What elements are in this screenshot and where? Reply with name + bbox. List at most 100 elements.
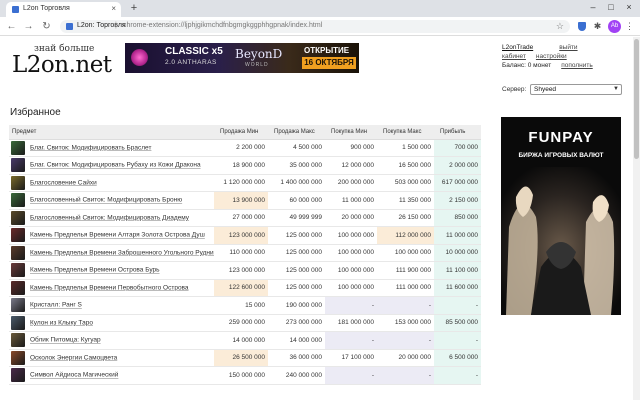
minimize-icon[interactable]: –	[586, 2, 600, 12]
server-select[interactable]: Shyeed ▼	[530, 84, 622, 95]
col-header-buy-max[interactable]: Покупка Макс	[377, 125, 434, 140]
item-name-link[interactable]: Камень Предпелья Времени Алтаря Золота О…	[30, 232, 205, 239]
new-tab-button[interactable]: +	[127, 2, 141, 15]
server-selected-value: Shyeed	[534, 86, 557, 93]
table-row[interactable]: Камень Предпелья Времени Алтаря Золота О…	[9, 226, 481, 245]
buy-min-cell: 100 000 000	[325, 226, 377, 245]
browser-toolbar: ← → ↻ L2on: Торговля | chrome-extension:…	[0, 17, 640, 36]
browser-menu-icon[interactable]: ⋮	[624, 21, 635, 32]
banner-beyond-sub: WORLD	[245, 62, 269, 68]
item-name-link[interactable]: Камень Предпелья Времени Заброшенного Уг…	[30, 249, 214, 256]
table-row[interactable]: Благ. Свиток: Модифицировать Браслет 2 20…	[9, 139, 481, 157]
buy-max-cell: 1 500 000	[377, 139, 434, 157]
table-row[interactable]: Осколок Энергии Самоцвета 26 500 000 36 00…	[9, 349, 481, 367]
page-scrollbar[interactable]	[633, 37, 640, 400]
profit-cell: 85 500 000	[434, 314, 481, 332]
item-name-link[interactable]: Благословенный Свиток: Модифицировать Ди…	[30, 214, 189, 221]
table-row[interactable]: Облик Питомца: Кугуар 14 000 000 14 000 00…	[9, 331, 481, 350]
item-icon	[11, 158, 25, 173]
address-bar[interactable]: L2on: Торговля | chrome-extension://ljph…	[60, 20, 570, 33]
reload-icon[interactable]: ↻	[40, 20, 53, 33]
table-row[interactable]: Камень Предпелья Времени Заброшенного Уг…	[9, 244, 481, 262]
sell-max-cell: 125 000 000	[268, 244, 325, 262]
maximize-icon[interactable]: □	[604, 2, 618, 12]
item-name-link[interactable]: Символ Айдиоса Магический	[30, 372, 118, 379]
table-row[interactable]: Благословение Сайхи 1 120 000 000 1 400 00…	[9, 174, 481, 192]
table-row[interactable]: Символ Айдиоса Магический 150 000 000 240 …	[9, 366, 481, 385]
col-header-sell-min[interactable]: Продажа Мин	[214, 125, 268, 140]
buy-max-cell: 16 500 000	[377, 156, 434, 175]
sell-max-cell: 14 000 000	[268, 331, 325, 350]
settings-link[interactable]: настройки	[536, 53, 567, 60]
item-icon	[11, 368, 25, 383]
user-panel: L2onTrade выйти кабинет настройки Баланс: …	[502, 43, 622, 70]
table-row[interactable]: Камень Предпелья Времени Острова Бурь 123…	[9, 261, 481, 280]
ad-artwork	[501, 167, 621, 315]
sell-max-cell: 125 000 000	[268, 261, 325, 280]
sell-min-cell: 110 000 000	[214, 244, 268, 262]
col-header-sell-max[interactable]: Продажа Макс	[268, 125, 325, 140]
site-logo[interactable]: знай больше L2on.net	[12, 42, 112, 78]
ad-logo: FUNPAY	[528, 129, 594, 146]
logout-link[interactable]: выйти	[559, 44, 577, 51]
item-cell: Кулон из Клыку Таро	[9, 314, 214, 332]
table-row[interactable]: Кулон из Клыку Таро 259 000 000 273 000 00…	[9, 314, 481, 332]
item-name-link[interactable]: Камень Предпелья Времени Первобытного Ос…	[30, 284, 189, 291]
extensions-puzzle-icon[interactable]: ✱	[592, 21, 603, 32]
table-row[interactable]: Кристалл: Ранг S 15 000 190 000 000- - -	[9, 296, 481, 315]
item-name-link[interactable]: Кулон из Клыку Таро	[30, 319, 93, 326]
buy-min-cell: -	[325, 366, 377, 385]
col-header-buy-min[interactable]: Покупка Мин	[325, 125, 377, 140]
buy-max-cell: 20 000 000	[377, 349, 434, 367]
extension-shield-icon[interactable]	[578, 22, 586, 31]
cabinet-link[interactable]: кабинет	[502, 53, 526, 60]
profit-cell: 10 000 000	[434, 244, 481, 262]
item-name-link[interactable]: Благословение Сайхи	[30, 179, 97, 186]
profile-avatar[interactable]: Ab	[608, 20, 621, 33]
item-icon	[11, 228, 25, 243]
item-cell: Камень Предпелья Времени Алтаря Золота О…	[9, 226, 214, 245]
item-icon	[11, 298, 25, 313]
table-header-row: Предмет Продажа Мин Продажа Макс Покупка…	[9, 125, 481, 140]
buy-min-cell: 200 000 000	[325, 174, 377, 192]
username-link[interactable]: L2onTrade	[502, 44, 533, 51]
banner-opening-text: ОТКРЫТИЕ	[304, 46, 350, 55]
forward-icon[interactable]: →	[22, 20, 35, 33]
buy-min-cell: 11 000 000	[325, 191, 377, 210]
item-cell: Благ. Свиток: Модифицировать Браслет	[9, 139, 214, 157]
buy-max-cell: 26 150 000	[377, 209, 434, 227]
item-icon	[11, 245, 25, 260]
profit-cell: 6 500 000	[434, 349, 481, 367]
omnibox-url[interactable]: chrome-extension://ljphjgikmchdfnbgmgkgg…	[123, 22, 322, 29]
scrollbar-thumb[interactable]	[634, 39, 639, 159]
col-header-profit[interactable]: Прибыль	[434, 125, 481, 140]
funpay-ad[interactable]: FUNPAY БИРЖА ИГРОВЫХ ВАЛЮТ	[501, 117, 621, 315]
bookmark-star-icon[interactable]: ☆	[556, 21, 564, 32]
item-name-link[interactable]: Благ. Свиток: Модифицировать Рубаху из К…	[30, 162, 201, 169]
tab-close-icon[interactable]: ×	[111, 4, 116, 13]
table-row[interactable]: Благословенный Свиток: Модифицировать Ди…	[9, 209, 481, 227]
table-row[interactable]: Благ. Свиток: Модифицировать Рубаху из К…	[9, 156, 481, 175]
topup-link[interactable]: пополнить	[561, 62, 593, 69]
back-icon[interactable]: ←	[5, 20, 18, 33]
extension-favicon-icon	[12, 6, 19, 13]
item-name-link[interactable]: Кристалл: Ранг S	[30, 302, 82, 309]
profit-cell: 617 000 000	[434, 174, 481, 192]
table-row[interactable]: Благословенный Свиток: Модифицировать Бр…	[9, 191, 481, 210]
item-cell: Осколок Энергии Самоцвета	[9, 349, 214, 367]
item-name-link[interactable]: Камень Предпелья Времени Острова Бурь	[30, 267, 160, 274]
profit-cell: -	[434, 331, 481, 350]
col-header-item[interactable]: Предмет	[9, 125, 214, 140]
item-name-link[interactable]: Благословенный Свиток: Модифицировать Бр…	[30, 197, 182, 204]
item-icon	[11, 193, 25, 208]
window-close-icon[interactable]: ×	[622, 2, 636, 12]
item-name-link[interactable]: Благ. Свиток: Модифицировать Браслет	[30, 144, 151, 151]
browser-tab[interactable]: L2on Торговля ×	[6, 2, 121, 17]
sell-min-cell: 15 000	[214, 296, 268, 315]
profit-cell: 700 000	[434, 139, 481, 157]
item-name-link[interactable]: Облик Питомца: Кугуар	[30, 337, 101, 344]
promo-banner[interactable]: CLASSIC x5 2.0 ANTHARAS BeyonD WORLD ОТК…	[125, 43, 359, 73]
item-cell: Камень Предпелья Времени Острова Бурь	[9, 261, 214, 280]
table-row[interactable]: Камень Предпелья Времени Первобытного Ос…	[9, 279, 481, 297]
item-name-link[interactable]: Осколок Энергии Самоцвета	[30, 354, 117, 361]
